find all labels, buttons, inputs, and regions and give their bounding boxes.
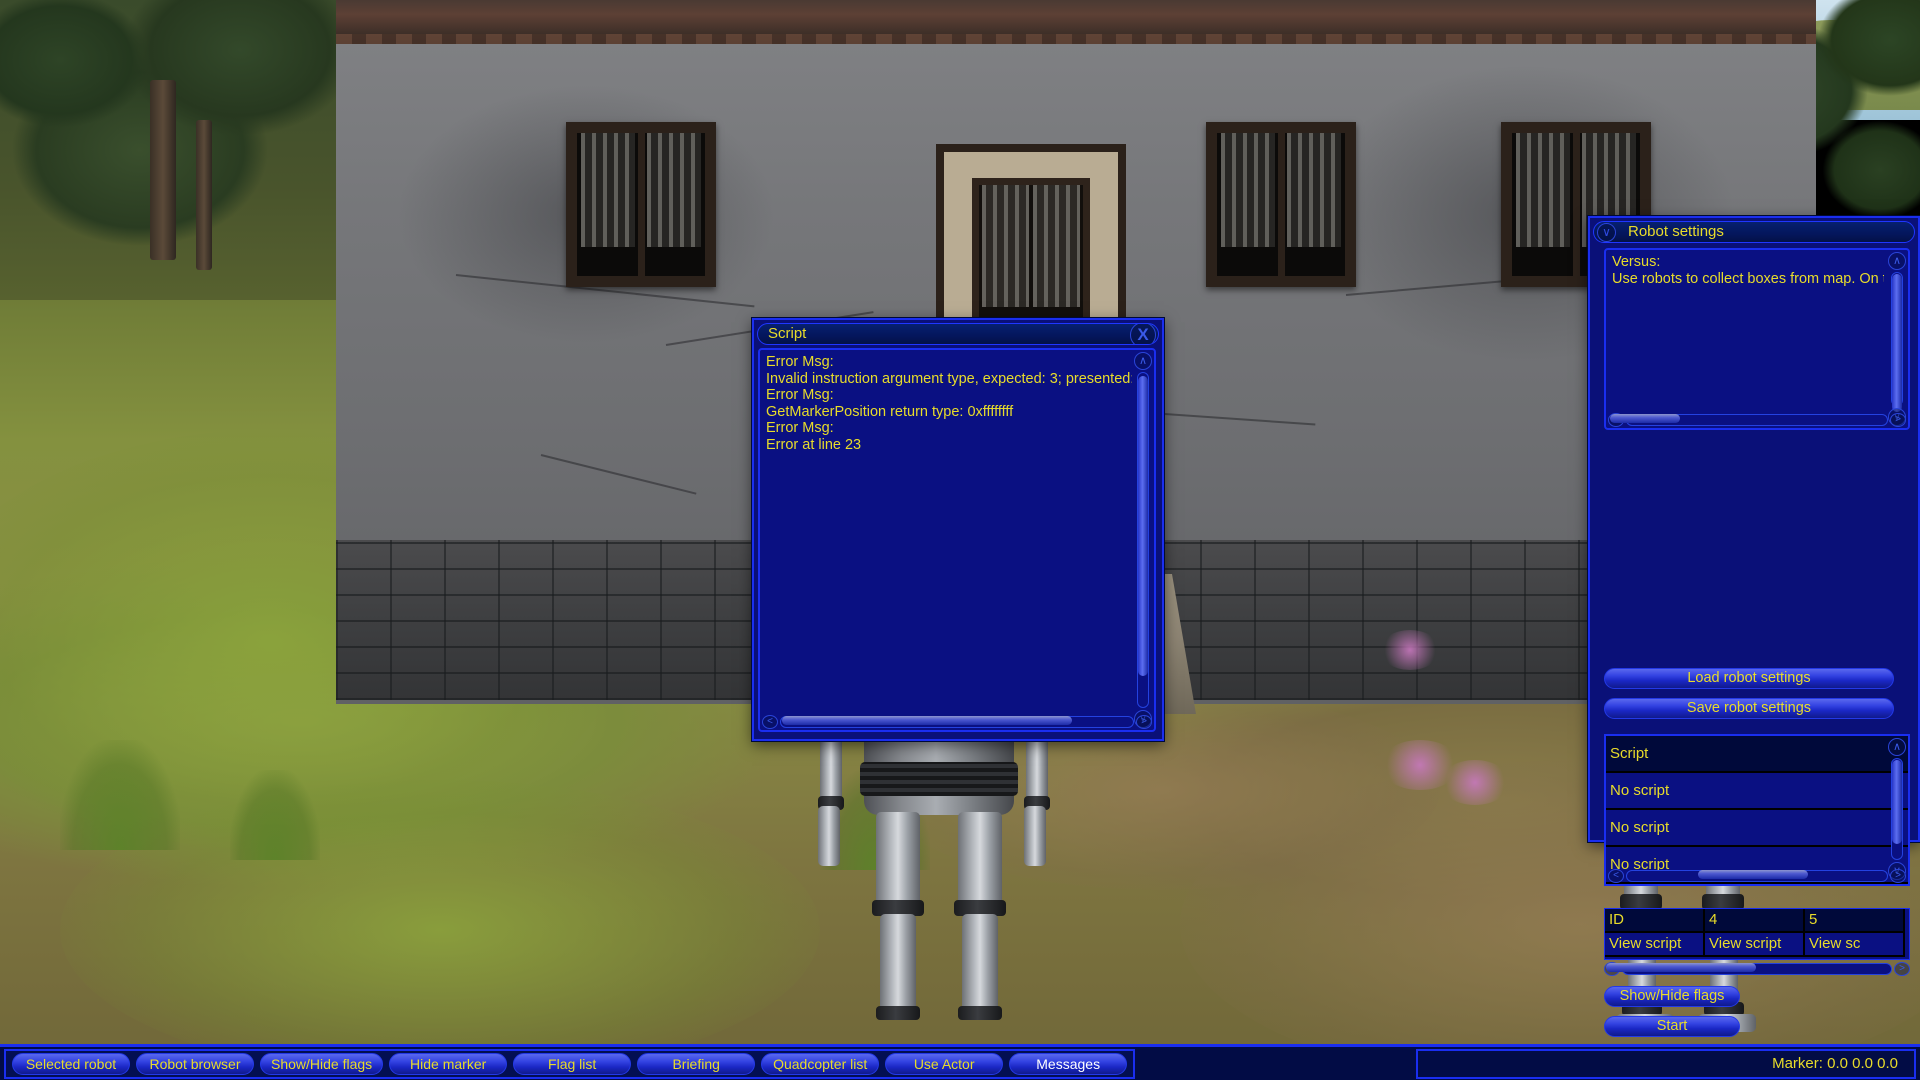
scroll-right-icon[interactable]: > [1894, 962, 1910, 976]
robot-settings-titlebar[interactable]: ∨ Robot settings [1593, 221, 1915, 243]
script-list-rows: Script No script No script No script [1606, 736, 1908, 884]
game-screen: Script X Error Msg: Invalid instruction … [0, 0, 1920, 1080]
robot-arm [1024, 806, 1046, 866]
robot-joint [958, 1006, 1002, 1020]
scroll-right-icon[interactable]: > [1136, 715, 1152, 729]
curtain [1033, 185, 1080, 307]
vscroll-thumb[interactable] [1892, 274, 1902, 412]
show-hide-flags-button[interactable]: Show/Hide flags [1604, 986, 1740, 1007]
script-window[interactable]: Script X Error Msg: Invalid instruction … [752, 318, 1164, 741]
robot-arm [818, 806, 840, 866]
start-button[interactable]: Start [1604, 1016, 1740, 1037]
robot-settings-title: Robot settings [1628, 223, 1724, 240]
hscroll-thumb[interactable] [782, 716, 1072, 725]
taskbar-button-selected-robot[interactable]: Selected robot [12, 1053, 130, 1075]
scroll-right-icon[interactable]: > [1890, 413, 1906, 427]
chevron-down-icon[interactable]: ∨ [1597, 223, 1616, 242]
script-list[interactable]: Script No script No script No script ∧ ∨ < … [1604, 734, 1910, 886]
hscroll-thumb[interactable] [1698, 870, 1808, 879]
house-window [566, 122, 716, 287]
taskbar-button-hide-marker[interactable]: Hide marker [389, 1053, 508, 1075]
robot-belt [860, 762, 1018, 796]
house-window [1206, 122, 1356, 287]
table-cell-id: 5 [1805, 909, 1905, 933]
view-script-button[interactable]: View script [1705, 933, 1805, 957]
taskbar-button-robot-browser[interactable]: Robot browser [136, 1053, 254, 1075]
script-log-textbox[interactable]: Error Msg: Invalid instruction argument … [758, 348, 1156, 732]
scroll-left-icon[interactable]: < [1608, 869, 1624, 883]
taskbar-button-messages[interactable]: Messages [1009, 1053, 1128, 1075]
taskbar-button-flag-list[interactable]: Flag list [513, 1053, 632, 1075]
taskbar: Selected robot Robot browser Show/Hide fla… [0, 1044, 1920, 1080]
scroll-up-icon[interactable]: ∧ [1134, 352, 1152, 370]
robot-center [818, 674, 1050, 1030]
robot-id-table[interactable]: ID 4 5 View script View script View sc [1604, 908, 1910, 960]
save-robot-settings-button[interactable]: Save robot settings [1604, 698, 1894, 719]
curtain [1287, 133, 1341, 248]
table-row: ID 4 5 [1605, 909, 1909, 933]
flower-cluster [1380, 630, 1440, 670]
table-cell-id: ID [1605, 909, 1705, 933]
robot-leg [958, 812, 1002, 907]
taskbar-button-group: Selected robot Robot browser Show/Hide fla… [4, 1049, 1136, 1079]
robot-leg [962, 914, 998, 1014]
scroll-up-icon[interactable]: ∧ [1888, 252, 1906, 270]
curtain [1516, 133, 1570, 248]
script-log-vertical-scrollbar[interactable]: ∧ ∨ [1134, 352, 1152, 728]
view-script-button[interactable]: View script [1605, 933, 1705, 957]
taskbar-button-use-actor[interactable]: Use Actor [885, 1053, 1004, 1075]
script-log-horizontal-scrollbar[interactable]: < > [762, 715, 1152, 729]
marker-status-text: Marker: 0.0 0.0 0.0 [1772, 1055, 1898, 1072]
script-list-vertical-scrollbar[interactable]: ∧ ∨ [1888, 738, 1906, 880]
robot-settings-window[interactable]: ∨ Robot settings Versus: Use robots to c… [1588, 216, 1920, 1037]
scroll-up-icon[interactable]: ∧ [1888, 738, 1906, 756]
vscroll-thumb[interactable] [1138, 376, 1148, 676]
taskbar-button-briefing[interactable]: Briefing [637, 1053, 756, 1075]
table-cell-id: 4 [1705, 909, 1805, 933]
script-list-horizontal-scrollbar[interactable]: < > [1608, 869, 1906, 883]
id-table-horizontal-scrollbar[interactable]: < > [1604, 962, 1910, 976]
briefing-horizontal-scrollbar[interactable]: < > [1608, 413, 1906, 427]
script-list-header: Script [1606, 736, 1908, 773]
status-bar: Marker: 0.0 0.0 0.0 [1416, 1049, 1916, 1079]
briefing-textbox[interactable]: Versus: Use robots to collect boxes from… [1604, 248, 1910, 430]
vscroll-thumb[interactable] [1892, 760, 1902, 844]
load-robot-settings-button[interactable]: Load robot settings [1604, 668, 1894, 689]
list-item[interactable]: No script [1606, 771, 1908, 812]
foreground-plant [230, 770, 320, 860]
scroll-right-icon[interactable]: > [1890, 869, 1906, 883]
script-log-text: Error Msg: Invalid instruction argument … [766, 354, 1132, 453]
briefing-vertical-scrollbar[interactable]: ∧ ∨ [1888, 252, 1906, 426]
hscroll-thumb[interactable] [1606, 963, 1756, 972]
table-row: View script View script View sc [1605, 933, 1909, 957]
taskbar-button-quadcopter-list[interactable]: Quadcopter list [761, 1053, 880, 1075]
script-window-titlebar[interactable]: Script X [757, 323, 1159, 345]
curtain [1221, 133, 1275, 248]
tree-trunk [196, 120, 212, 270]
scroll-left-icon[interactable]: < [762, 715, 778, 729]
wall-crack [540, 454, 697, 495]
flower-cluster [1440, 760, 1510, 805]
robot-leg [876, 812, 920, 907]
house-roof [336, 0, 1816, 48]
robot-leg [880, 914, 916, 1014]
briefing-text: Versus: Use robots to collect boxes from… [1612, 254, 1884, 287]
curtain [581, 133, 635, 248]
curtain [647, 133, 701, 248]
list-item[interactable]: No script [1606, 810, 1908, 847]
tree-trunk [150, 80, 176, 260]
foreground-plant [60, 740, 180, 850]
hscroll-thumb[interactable] [1610, 414, 1680, 423]
view-script-button[interactable]: View sc [1805, 933, 1905, 957]
robot-joint [876, 1006, 920, 1020]
taskbar-button-show-hide-flags[interactable]: Show/Hide flags [260, 1053, 384, 1075]
script-window-title: Script [768, 325, 807, 342]
curtain [982, 185, 1029, 307]
close-icon[interactable]: X [1130, 324, 1156, 344]
